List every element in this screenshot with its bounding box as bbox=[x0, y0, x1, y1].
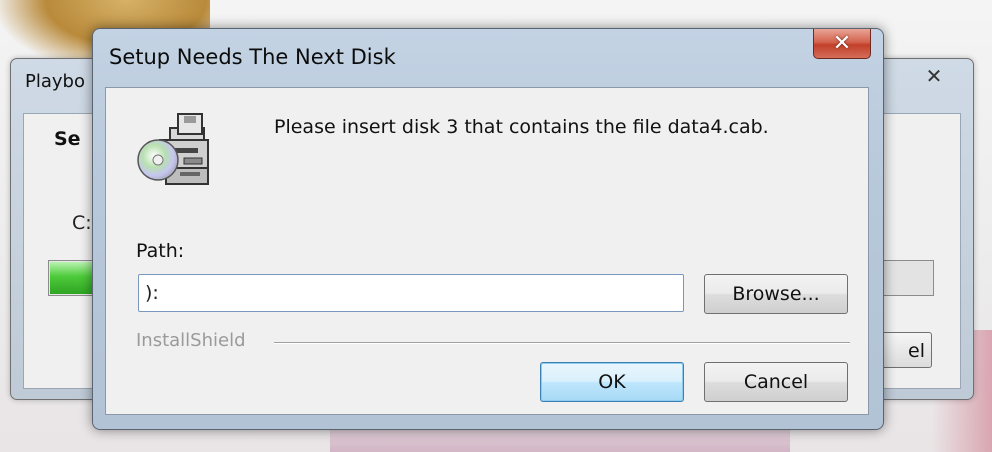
background-progress-track-end bbox=[882, 260, 934, 296]
ok-button[interactable]: OK bbox=[540, 362, 684, 402]
close-button[interactable]: ✕ bbox=[813, 29, 871, 59]
insert-disk-message: Please insert disk 3 that contains the f… bbox=[274, 116, 769, 138]
path-label: Path: bbox=[136, 240, 185, 262]
background-close-icon[interactable]: ✕ bbox=[917, 65, 951, 87]
background-status-text: C: bbox=[72, 212, 92, 234]
background-heading: Se bbox=[54, 128, 81, 150]
dialog-title: Setup Needs The Next Disk bbox=[109, 45, 396, 69]
path-input[interactable] bbox=[138, 274, 684, 312]
brand-divider bbox=[274, 342, 850, 344]
dialog-client-area: Please insert disk 3 that contains the f… bbox=[105, 87, 869, 415]
background-cancel-button[interactable]: el bbox=[878, 332, 932, 368]
background-window-title: Playbo bbox=[25, 71, 85, 92]
next-disk-dialog: Setup Needs The Next Disk ✕ Please inser… bbox=[92, 28, 884, 430]
close-icon: ✕ bbox=[832, 31, 852, 56]
disk-drive-icon bbox=[137, 113, 209, 185]
cancel-button[interactable]: Cancel bbox=[704, 362, 848, 402]
browse-button[interactable]: Browse... bbox=[704, 274, 848, 314]
installshield-label: InstallShield bbox=[136, 330, 246, 351]
